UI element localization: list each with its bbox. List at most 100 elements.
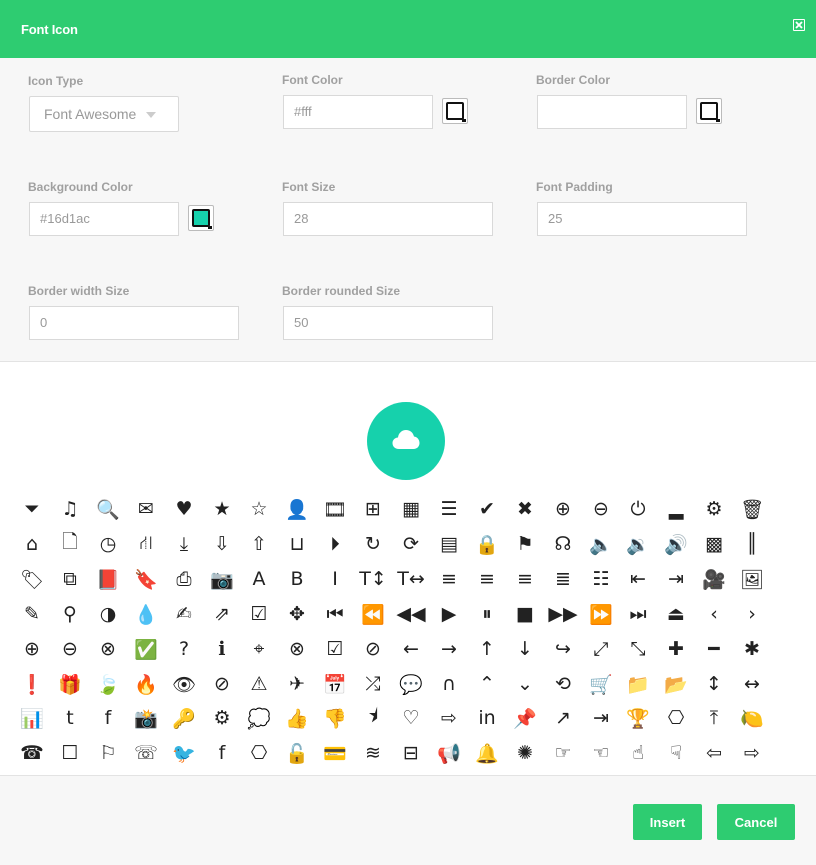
home-icon[interactable]: ⌂ <box>17 529 47 559</box>
hand-right-icon[interactable]: ☞ <box>548 738 578 768</box>
star-o-icon[interactable]: ☆ <box>244 494 274 524</box>
arrows-icon[interactable]: ✥ <box>282 599 312 629</box>
crosshairs-icon[interactable]: ⌖ <box>244 634 274 664</box>
heart-o-icon[interactable]: ♡ <box>396 703 426 733</box>
phone-icon[interactable]: ☎ <box>17 738 47 768</box>
folder-open-icon[interactable]: 📂 <box>661 669 691 699</box>
share-icon[interactable]: ↪ <box>548 634 578 664</box>
tint-icon[interactable]: 💧 <box>131 599 161 629</box>
upload-icon[interactable]: ⤒ <box>699 703 729 733</box>
check-circle-icon[interactable]: ✅ <box>131 634 161 664</box>
arrow-circle-left-icon[interactable]: ⇦ <box>699 738 729 768</box>
road-icon[interactable]: ⛙ <box>131 529 161 559</box>
border-width-input[interactable]: 0 <box>29 306 239 340</box>
chevron-up-icon[interactable]: ⌃ <box>472 669 502 699</box>
external-link-icon[interactable]: ↗ <box>548 703 578 733</box>
facebook-square-icon[interactable]: f <box>93 703 123 733</box>
gift-icon[interactable]: 🎁 <box>55 669 85 699</box>
lock-icon[interactable]: 🔒 <box>472 529 502 559</box>
eject-icon[interactable]: ⏏ <box>661 599 691 629</box>
picture-icon[interactable]: 🖼 <box>737 564 767 594</box>
align-center-icon[interactable]: ≡ <box>472 564 502 594</box>
icon-type-select[interactable]: Font Awesome <box>29 96 179 132</box>
camera-retro-icon[interactable]: 📸 <box>131 703 161 733</box>
camera-icon[interactable]: 📷 <box>207 564 237 594</box>
text-height-icon[interactable]: T↕ <box>358 564 388 594</box>
star-half-icon[interactable]: ⯨ <box>358 703 388 733</box>
font-color-swatch[interactable] <box>442 98 468 124</box>
arrow-left-icon[interactable]: ← <box>396 634 426 664</box>
sign-out-icon[interactable]: ⇨ <box>434 703 464 733</box>
fast-backward-icon[interactable]: ⏪ <box>358 599 388 629</box>
hand-left-icon[interactable]: ☜ <box>586 738 616 768</box>
insert-button[interactable]: Insert <box>633 804 702 840</box>
list-alt-icon[interactable]: ▤ <box>434 529 464 559</box>
cancel-button[interactable]: Cancel <box>717 804 795 840</box>
fire-icon[interactable]: 🔥 <box>131 669 161 699</box>
music-icon[interactable]: ♫ <box>55 494 85 524</box>
comments-icon[interactable]: 💭 <box>244 703 274 733</box>
bullhorn-icon[interactable]: 📢 <box>434 738 464 768</box>
arrow-circle-down-icon[interactable]: ⇩ <box>207 529 237 559</box>
forward-icon[interactable]: ▶▶ <box>548 599 578 629</box>
trophy-icon[interactable]: 🏆 <box>623 703 653 733</box>
check-square-icon[interactable]: ☑ <box>244 599 274 629</box>
info-circle-icon[interactable]: ℹ <box>207 634 237 664</box>
power-off-icon[interactable]: ⏻ <box>623 494 653 524</box>
font-size-input[interactable]: 28 <box>283 202 493 236</box>
search-minus-icon[interactable]: ⊖ <box>586 494 616 524</box>
backward-icon[interactable]: ◀◀ <box>396 599 426 629</box>
twitter-square-icon[interactable]: t <box>55 703 85 733</box>
times-icon[interactable]: ✖ <box>510 494 540 524</box>
chevron-down-icon[interactable]: ⌄ <box>510 669 540 699</box>
font-icon[interactable]: A <box>244 564 274 594</box>
adjust-icon[interactable]: ◑ <box>93 599 123 629</box>
envelope-icon[interactable]: ✉ <box>131 494 161 524</box>
arrows-v-icon[interactable]: ↕ <box>699 669 729 699</box>
background-color-swatch[interactable] <box>188 205 214 231</box>
unlock-icon[interactable]: 🔓 <box>282 738 312 768</box>
cogs-icon[interactable]: ⚙ <box>207 703 237 733</box>
search-plus-icon[interactable]: ⊕ <box>548 494 578 524</box>
align-left-icon[interactable]: ≡ <box>434 564 464 594</box>
signal-icon[interactable]: ▂ <box>661 494 691 524</box>
eye-slash-icon[interactable]: ⊘ <box>207 669 237 699</box>
th-icon[interactable]: ▦ <box>396 494 426 524</box>
border-rounded-input[interactable]: 50 <box>283 306 493 340</box>
certificate-icon[interactable]: ✺ <box>510 738 540 768</box>
volume-down-icon[interactable]: 🔉 <box>623 529 653 559</box>
map-marker-icon[interactable]: ⚲ <box>55 599 85 629</box>
chevron-left-icon[interactable]: ‹ <box>699 599 729 629</box>
arrow-circle-up-icon[interactable]: ⇧ <box>244 529 274 559</box>
arrow-circle-right-icon[interactable]: ⇨ <box>737 738 767 768</box>
qrcode-icon[interactable]: ▩ <box>699 529 729 559</box>
linkedin-square-icon[interactable]: in <box>472 703 502 733</box>
bar-chart-icon[interactable]: 📊 <box>17 703 47 733</box>
tags-icon[interactable]: ⧉ <box>55 564 85 594</box>
download-icon[interactable]: ⤓ <box>169 529 199 559</box>
indent-icon[interactable]: ⇥ <box>661 564 691 594</box>
text-width-icon[interactable]: T↔ <box>396 564 426 594</box>
fast-forward-icon[interactable]: ⏩ <box>586 599 616 629</box>
bookmark-icon[interactable]: 🔖 <box>131 564 161 594</box>
retweet-icon[interactable]: ⟲ <box>548 669 578 699</box>
minus-icon[interactable]: ━ <box>699 634 729 664</box>
expand-icon[interactable]: ⤢ <box>586 634 616 664</box>
step-forward-icon[interactable]: ⏭ <box>623 599 653 629</box>
hand-up-icon[interactable]: ☝ <box>623 738 653 768</box>
align-right-icon[interactable]: ≡ <box>510 564 540 594</box>
align-justify-icon[interactable]: ≣ <box>548 564 578 594</box>
exclamation-circle-icon[interactable]: ❗ <box>17 669 47 699</box>
outdent-icon[interactable]: ⇤ <box>623 564 653 594</box>
arrows-h-icon[interactable]: ↔ <box>737 669 767 699</box>
hdd-icon[interactable]: ⊟ <box>396 738 426 768</box>
github-square-icon[interactable]: ⎔ <box>661 703 691 733</box>
bell-icon[interactable]: 🔔 <box>472 738 502 768</box>
question-circle-icon[interactable]: ? <box>169 634 199 664</box>
search-icon[interactable]: 🔍 <box>93 494 123 524</box>
border-color-swatch[interactable] <box>696 98 722 124</box>
headphones-icon[interactable]: ☊ <box>548 529 578 559</box>
barcode-icon[interactable]: ║ <box>737 529 767 559</box>
sign-in-icon[interactable]: ⇥ <box>586 703 616 733</box>
facebook-icon[interactable]: f <box>207 738 237 768</box>
